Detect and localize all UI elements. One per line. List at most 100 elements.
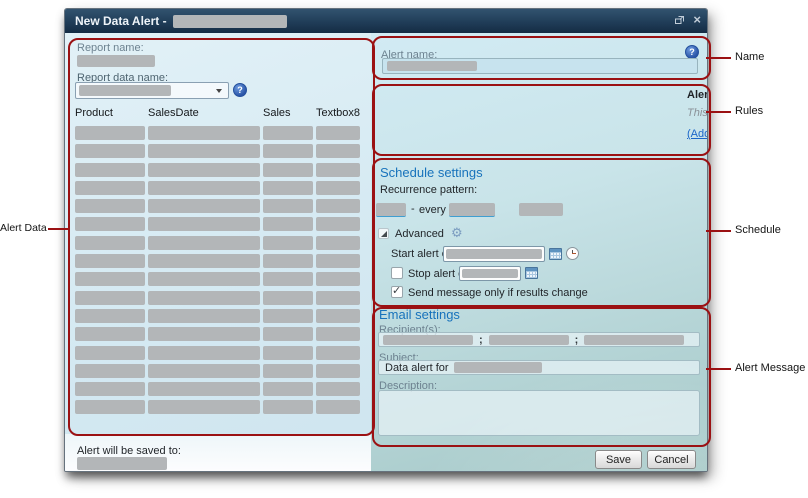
recurrence-extra-redacted[interactable] bbox=[519, 203, 563, 216]
table-row[interactable] bbox=[75, 144, 360, 158]
table-cell-redacted bbox=[148, 236, 260, 250]
table-cell-redacted bbox=[75, 126, 145, 140]
table-cell-redacted bbox=[263, 291, 313, 305]
table-row[interactable] bbox=[75, 382, 360, 396]
report-data-name-dropdown[interactable] bbox=[75, 82, 229, 99]
gear-icon[interactable]: ⚙ bbox=[451, 227, 463, 239]
table-cell-redacted bbox=[75, 346, 145, 360]
alert-name-value-redacted bbox=[387, 61, 477, 71]
table-cell-redacted bbox=[316, 272, 360, 286]
alert-data-panel: Report name: Report data name: ? Product… bbox=[65, 33, 371, 471]
recipient-separator: ; bbox=[479, 334, 483, 346]
stop-alert-checkbox[interactable] bbox=[391, 267, 403, 279]
table-cell-redacted bbox=[75, 144, 145, 158]
save-location-strip: Alert will be saved to: bbox=[65, 434, 371, 471]
table-cell-redacted bbox=[75, 400, 145, 414]
help-icon[interactable]: ? bbox=[233, 83, 247, 97]
table-cell-redacted bbox=[263, 309, 313, 323]
table-row[interactable] bbox=[75, 126, 360, 140]
every-label: every bbox=[419, 204, 446, 216]
table-cell-redacted bbox=[316, 163, 360, 177]
callout-label-name: Name bbox=[735, 51, 764, 63]
save-button[interactable]: Save bbox=[595, 450, 642, 469]
dropdown-value-redacted bbox=[79, 85, 171, 96]
table-cell-redacted bbox=[263, 254, 313, 268]
stop-date-input[interactable] bbox=[459, 266, 521, 281]
table-cell-redacted bbox=[75, 382, 145, 396]
table-row[interactable] bbox=[75, 199, 360, 213]
table-cell-redacted bbox=[316, 254, 360, 268]
table-cell-redacted bbox=[316, 236, 360, 250]
table-cell-redacted bbox=[263, 364, 313, 378]
table-row[interactable] bbox=[75, 400, 360, 414]
alert-name-input[interactable] bbox=[382, 58, 698, 74]
calendar-icon[interactable] bbox=[549, 248, 562, 260]
table-cell-redacted bbox=[148, 163, 260, 177]
title-bar[interactable]: New Data Alert - × bbox=[65, 9, 707, 34]
table-cell-redacted bbox=[263, 126, 313, 140]
help-icon[interactable]: ? bbox=[685, 45, 699, 59]
table-cell-redacted bbox=[316, 126, 360, 140]
table-cell-redacted bbox=[148, 254, 260, 268]
start-date-input[interactable] bbox=[443, 246, 545, 262]
table-row[interactable] bbox=[75, 254, 360, 268]
schedule-settings-heading: Schedule settings bbox=[380, 165, 483, 180]
table-cell-redacted bbox=[263, 272, 313, 286]
table-cell-redacted bbox=[75, 217, 145, 231]
table-row[interactable] bbox=[75, 181, 360, 195]
table-cell-redacted bbox=[75, 199, 145, 213]
table-row[interactable] bbox=[75, 291, 360, 305]
table-cell-redacted bbox=[316, 346, 360, 360]
column-header-textbox8[interactable]: Textbox8 bbox=[316, 107, 360, 119]
description-textarea[interactable] bbox=[378, 390, 700, 436]
table-row[interactable] bbox=[75, 327, 360, 341]
callout-label-schedule: Schedule bbox=[735, 224, 781, 236]
recipients-input[interactable]: ; ; bbox=[378, 332, 700, 347]
table-cell-redacted bbox=[316, 382, 360, 396]
table-cell-redacted bbox=[75, 272, 145, 286]
table-cell-redacted bbox=[75, 364, 145, 378]
recipient-redacted bbox=[489, 335, 569, 345]
window-title-redacted bbox=[173, 15, 287, 28]
table-row[interactable] bbox=[75, 217, 360, 231]
send-only-checkbox[interactable] bbox=[391, 286, 403, 298]
screenshot-stage: New Data Alert - × Report name: Report d… bbox=[0, 0, 808, 498]
callout-label-rules: Rules bbox=[735, 105, 763, 117]
table-row[interactable] bbox=[75, 236, 360, 250]
subject-input[interactable]: Data alert for bbox=[378, 360, 700, 375]
table-row[interactable] bbox=[75, 163, 360, 177]
table-row[interactable] bbox=[75, 364, 360, 378]
saved-to-label: Alert will be saved to: bbox=[77, 445, 181, 457]
table-cell-redacted bbox=[148, 144, 260, 158]
expander-icon[interactable] bbox=[378, 228, 389, 239]
callout-label-alert-data: Alert Data bbox=[0, 222, 47, 234]
recipient-redacted bbox=[383, 335, 473, 345]
table-cell-redacted bbox=[148, 382, 260, 396]
close-icon[interactable]: × bbox=[693, 14, 701, 26]
clock-icon[interactable] bbox=[566, 247, 579, 260]
table-cell-redacted bbox=[316, 181, 360, 195]
column-header-salesdate[interactable]: SalesDate bbox=[148, 107, 260, 119]
chevron-down-icon bbox=[216, 89, 222, 93]
table-cell-redacted bbox=[148, 291, 260, 305]
table-row[interactable] bbox=[75, 309, 360, 323]
table-cell-redacted bbox=[316, 199, 360, 213]
restore-icon[interactable] bbox=[674, 15, 686, 26]
table-cell-redacted bbox=[263, 382, 313, 396]
table-row[interactable] bbox=[75, 346, 360, 360]
table-cell-redacted bbox=[75, 291, 145, 305]
table-cell-redacted bbox=[263, 144, 313, 158]
column-header-product[interactable]: Product bbox=[75, 107, 145, 119]
table-row[interactable] bbox=[75, 272, 360, 286]
cancel-button[interactable]: Cancel bbox=[647, 450, 696, 469]
table-cell-redacted bbox=[316, 291, 360, 305]
column-header-sales[interactable]: Sales bbox=[263, 107, 313, 119]
recurrence-interval-redacted[interactable] bbox=[449, 203, 495, 217]
recurrence-unit-redacted[interactable] bbox=[376, 203, 406, 217]
recipient-separator: ; bbox=[575, 334, 579, 346]
alert-me-if-label: Alert me if bbox=[687, 89, 708, 101]
calendar-icon[interactable] bbox=[525, 267, 538, 279]
table-cell-redacted bbox=[148, 217, 260, 231]
add-rule-link[interactable]: (Add rule...) bbox=[687, 128, 708, 140]
advanced-label[interactable]: Advanced bbox=[395, 228, 444, 240]
